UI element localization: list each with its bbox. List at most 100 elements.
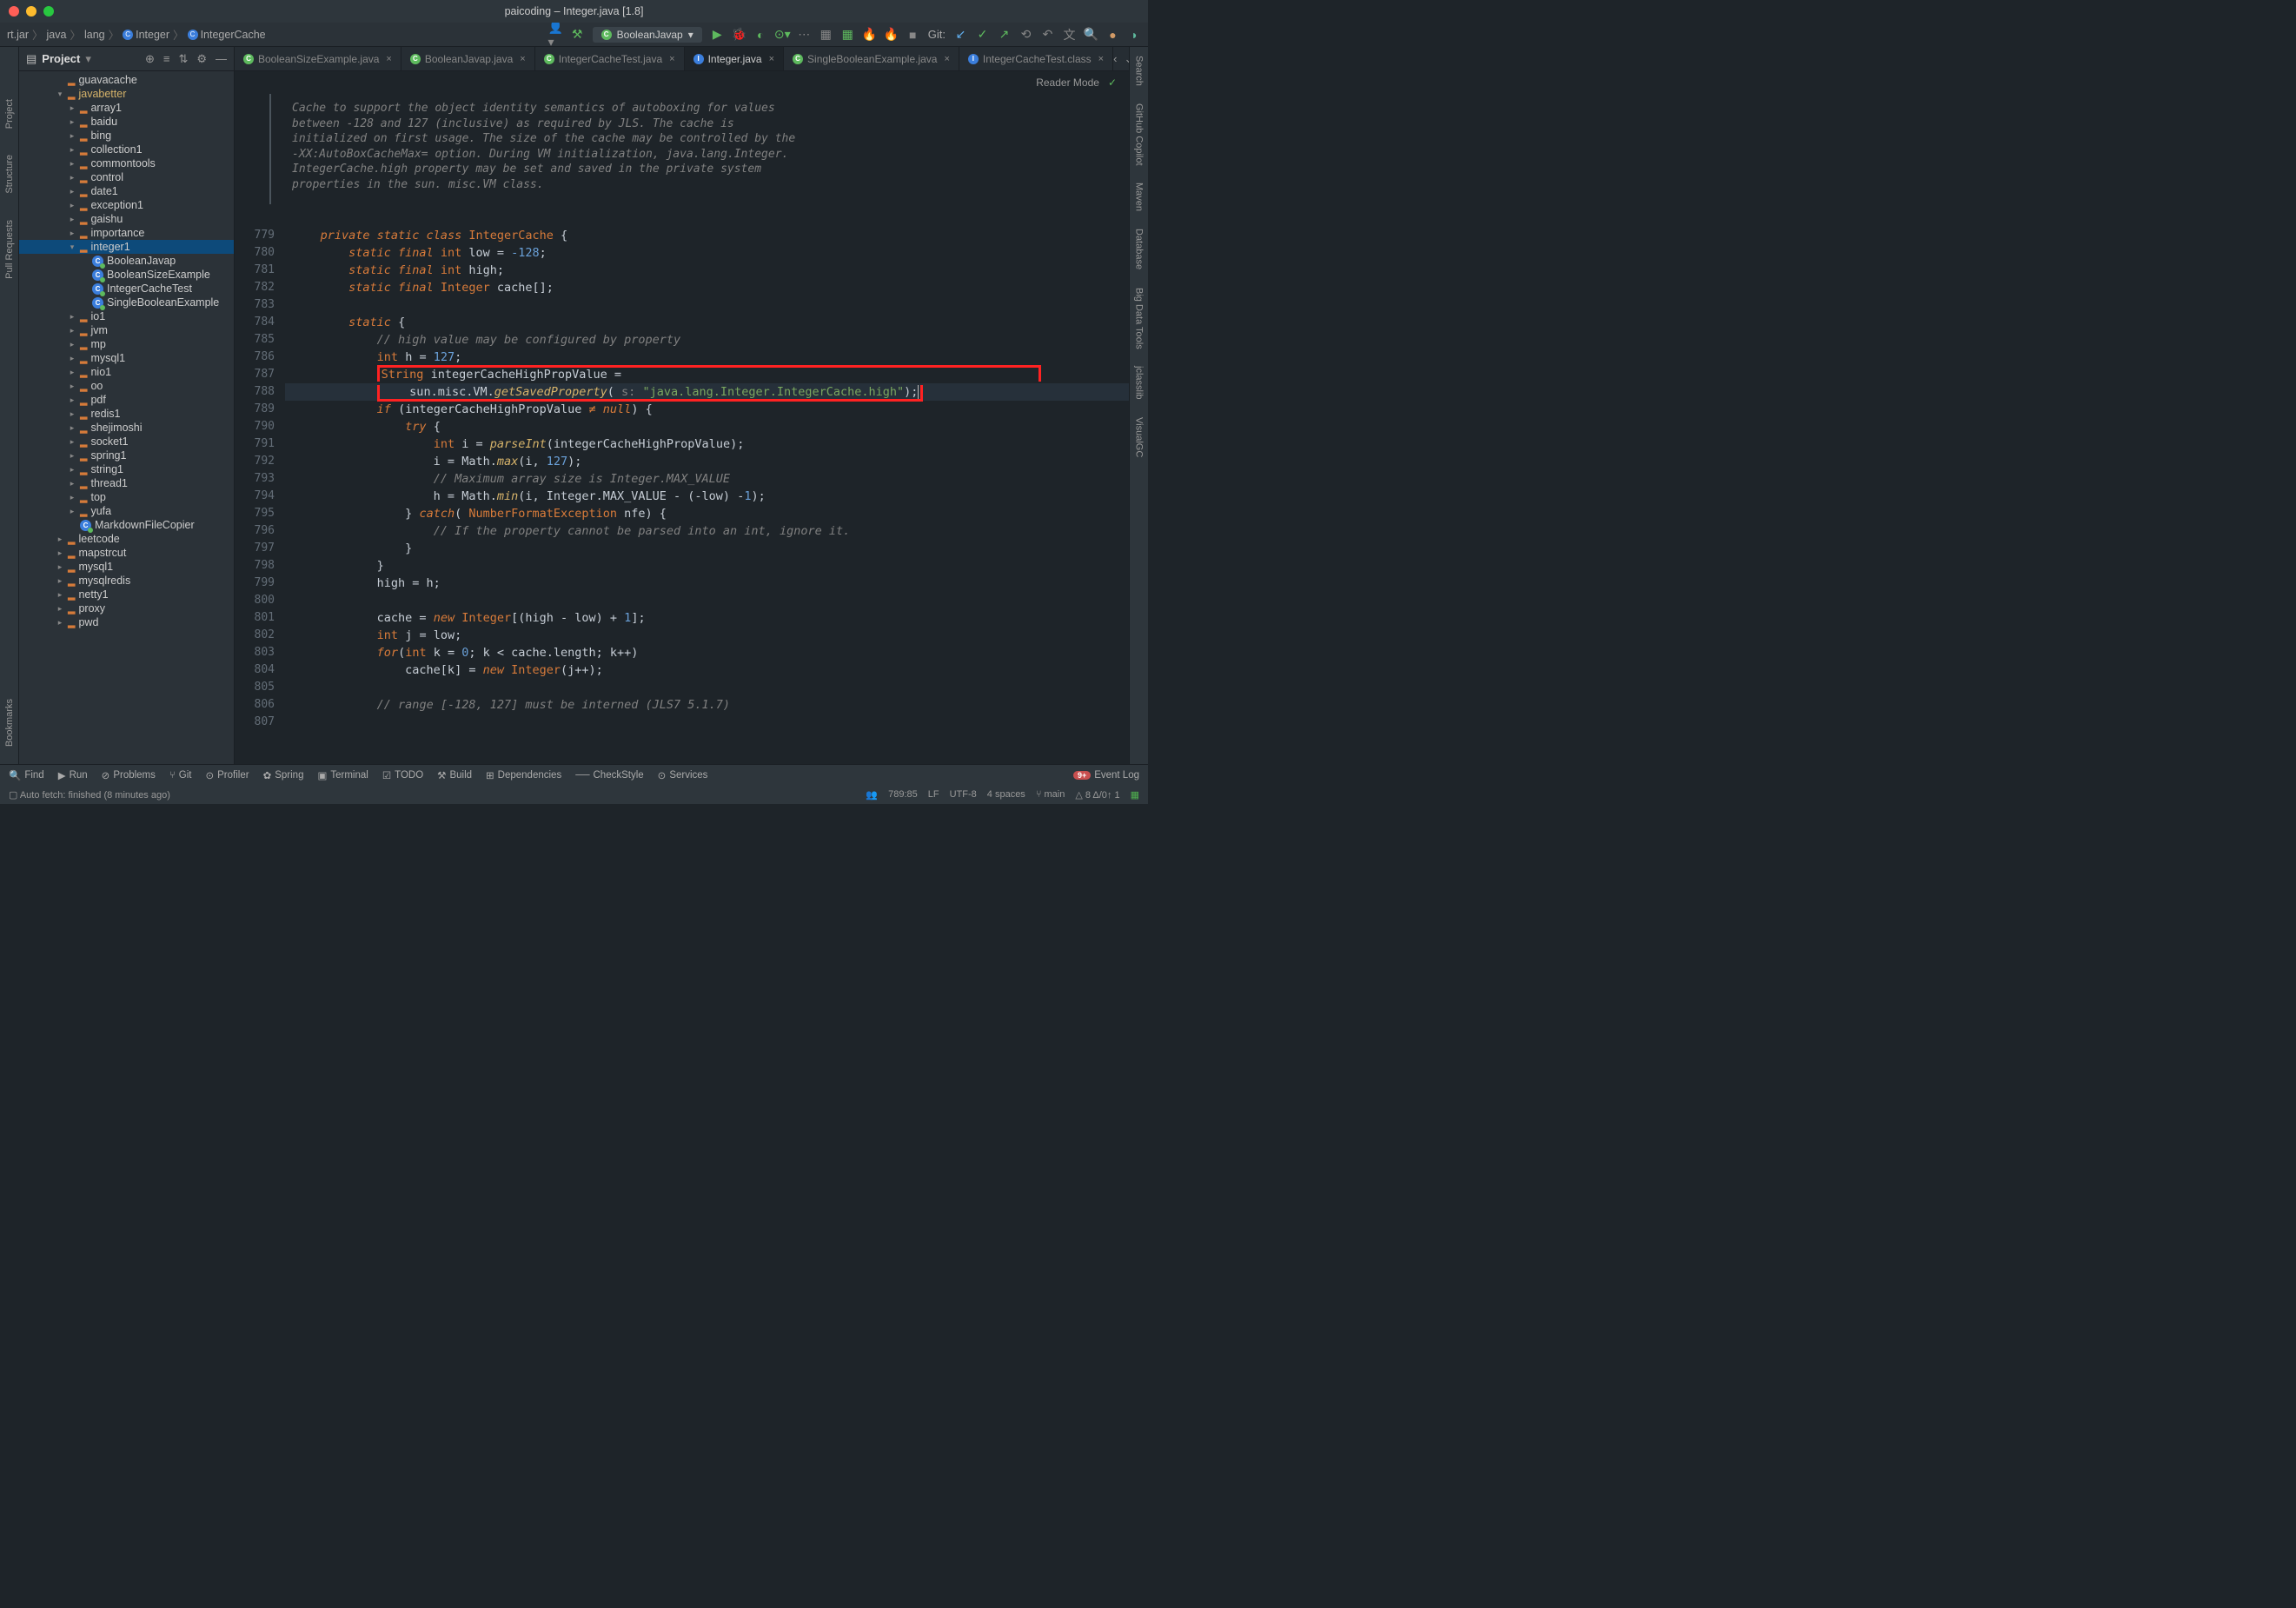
tree-item[interactable]: ▸▂gaishu <box>19 212 234 226</box>
window-max-icon[interactable] <box>43 6 54 17</box>
hide-icon[interactable]: — <box>216 52 227 66</box>
breadcrumb[interactable]: rt.jar〉 java〉 lang〉 CInteger〉 CIntegerCa… <box>7 26 266 43</box>
check-icon[interactable]: ✓ <box>1108 76 1117 89</box>
tree-item[interactable]: CMarkdownFileCopier <box>19 518 234 532</box>
user-icon[interactable]: 👤▾ <box>549 28 562 41</box>
editor-tab[interactable]: CSingleBooleanExample.java× <box>784 47 959 70</box>
status-indent[interactable]: 4 spaces <box>987 789 1025 800</box>
expand-icon[interactable]: ≡ <box>163 52 170 66</box>
tree-item[interactable]: ▸▂control <box>19 170 234 184</box>
status-encoding[interactable]: UTF-8 <box>950 789 977 800</box>
tree-item[interactable]: CBooleanJavap <box>19 254 234 268</box>
tree-item[interactable]: ▸▂shejimoshi <box>19 421 234 435</box>
right-tool-copilot[interactable]: GitHub Copilot <box>1134 103 1145 166</box>
tree-item[interactable]: ▸▂commontools <box>19 156 234 170</box>
right-tool-database[interactable]: Database <box>1134 229 1145 269</box>
editor-tab[interactable]: CBooleanJavap.java× <box>401 47 535 70</box>
tree-item[interactable]: ▸▂proxy <box>19 601 234 615</box>
tree-item[interactable]: ▾▂integer1 <box>19 240 234 254</box>
grid-icon[interactable]: ▦ <box>841 28 854 41</box>
window-close-icon[interactable] <box>9 6 19 17</box>
copilot-icon[interactable]: ◗ <box>1128 28 1141 41</box>
editor-tab[interactable]: IInteger.java× <box>685 47 784 70</box>
editor-tab[interactable]: CBooleanSizeExample.java× <box>235 47 401 70</box>
right-tool-search[interactable]: Search <box>1134 56 1145 86</box>
git-history-icon[interactable]: ⟲ <box>1019 28 1032 41</box>
close-tab-icon[interactable]: × <box>1098 54 1104 64</box>
bt-terminal[interactable]: ▣ Terminal <box>317 769 368 781</box>
tree-item[interactable]: ▸▂mysql1 <box>19 351 234 365</box>
tree-item[interactable]: ▸▂redis1 <box>19 407 234 421</box>
left-tool-bookmarks[interactable]: Bookmarks <box>4 699 15 747</box>
collapse-icon[interactable]: ⇅ <box>178 52 188 66</box>
bt-services[interactable]: ⊙ Services <box>658 769 708 781</box>
event-log[interactable]: 9+ Event Log <box>1073 770 1139 781</box>
ide-icon[interactable]: ● <box>1106 28 1119 41</box>
translate-icon[interactable]: 文 <box>1063 28 1076 41</box>
status-branch[interactable]: ⑂ main <box>1036 789 1065 800</box>
tree-item[interactable]: ▸▂spring1 <box>19 449 234 462</box>
run-icon[interactable]: ▶ <box>711 28 724 41</box>
window-min-icon[interactable] <box>26 6 36 17</box>
bt-git[interactable]: ⑂ Git <box>169 770 192 781</box>
tree-item[interactable]: ▸▂mysqlredis <box>19 574 234 588</box>
tree-item[interactable]: CIntegerCacheTest <box>19 282 234 296</box>
tree-item[interactable]: ▸▂socket1 <box>19 435 234 449</box>
tree-item[interactable]: CBooleanSizeExample <box>19 268 234 282</box>
search-icon[interactable]: 🔍 <box>1085 28 1098 41</box>
tree-item[interactable]: ▸▂yufa <box>19 504 234 518</box>
left-tool-project[interactable]: Project <box>4 99 15 129</box>
tree-item[interactable]: ▸▂array1 <box>19 101 234 115</box>
tree-item[interactable]: ▸▂date1 <box>19 184 234 198</box>
tree-item[interactable]: ▾▂javabetter <box>19 87 234 101</box>
bt-dependencies[interactable]: ⊞ Dependencies <box>486 769 561 781</box>
tree-item[interactable]: CSingleBooleanExample <box>19 296 234 309</box>
bt-build[interactable]: ⚒ Build <box>437 769 472 781</box>
bt-profiler[interactable]: ⊙ Profiler <box>206 769 249 781</box>
tree-item[interactable]: ▸▂nio1 <box>19 365 234 379</box>
tree-item[interactable]: ▸▂exception1 <box>19 198 234 212</box>
hammer-icon[interactable]: ⚒ <box>571 28 584 41</box>
project-tree[interactable]: ▂guavacache▾▂javabetter▸▂array1▸▂baidu▸▂… <box>19 71 234 764</box>
bt-todo[interactable]: ☑ TODO <box>382 769 423 781</box>
bt-find[interactable]: 🔍 Find <box>9 769 44 781</box>
tree-item[interactable]: ▸▂thread1 <box>19 476 234 490</box>
bc-integercache[interactable]: CIntegerCache <box>188 29 266 41</box>
close-tab-icon[interactable]: × <box>520 54 525 64</box>
git-commit-icon[interactable]: ✓ <box>976 28 989 41</box>
bc-rt[interactable]: rt.jar <box>7 29 29 41</box>
tree-item[interactable]: ▸▂baidu <box>19 115 234 129</box>
tree-item[interactable]: ▸▂pwd <box>19 615 234 629</box>
tree-item[interactable]: ▸▂oo <box>19 379 234 393</box>
right-tool-maven[interactable]: Maven <box>1134 183 1145 211</box>
left-tool-structure[interactable]: Structure <box>4 155 15 194</box>
close-tab-icon[interactable]: × <box>769 54 774 64</box>
bc-java[interactable]: java <box>47 29 67 41</box>
tab-prev-icon[interactable]: ‹ <box>1113 52 1117 65</box>
close-tab-icon[interactable]: × <box>669 54 674 64</box>
bt-problems[interactable]: ⊘ Problems <box>102 769 156 781</box>
debug-icon[interactable]: 🐞 <box>733 28 746 41</box>
dots-icon[interactable]: ⋯ <box>798 28 811 41</box>
bt-spring[interactable]: ✿ Spring <box>263 769 304 781</box>
stop-icon[interactable]: ■ <box>906 28 919 41</box>
tree-item[interactable]: ▸▂bing <box>19 129 234 143</box>
tree-item[interactable]: ▸▂netty1 <box>19 588 234 601</box>
right-tool-jclasslib[interactable]: jclasslib <box>1134 366 1145 400</box>
tree-item[interactable]: ▂guavacache <box>19 73 234 87</box>
editor-tab[interactable]: CIntegerCacheTest.java× <box>535 47 685 70</box>
tree-item[interactable]: ▸▂mysql1 <box>19 560 234 574</box>
editor-tab[interactable]: IIntegerCacheTest.class× <box>959 47 1113 70</box>
tree-item[interactable]: ▸▂jvm <box>19 323 234 337</box>
coverage-icon[interactable]: ◐ <box>754 28 767 41</box>
tree-item[interactable]: ▸▂leetcode <box>19 532 234 546</box>
status-grid-icon[interactable]: ▦ <box>1131 789 1139 801</box>
profile-icon[interactable]: ⊙▾ <box>776 28 789 41</box>
attach-icon[interactable]: ▦ <box>820 28 833 41</box>
status-lineending[interactable]: LF <box>928 789 939 800</box>
tree-item[interactable]: ▸▂importance <box>19 226 234 240</box>
code-editor[interactable]: private static class IntegerCache { stat… <box>285 209 1129 764</box>
tree-item[interactable]: ▸▂io1 <box>19 309 234 323</box>
git-rollback-icon[interactable]: ↶ <box>1041 28 1054 41</box>
status-users-icon[interactable]: 👥 <box>866 789 878 801</box>
